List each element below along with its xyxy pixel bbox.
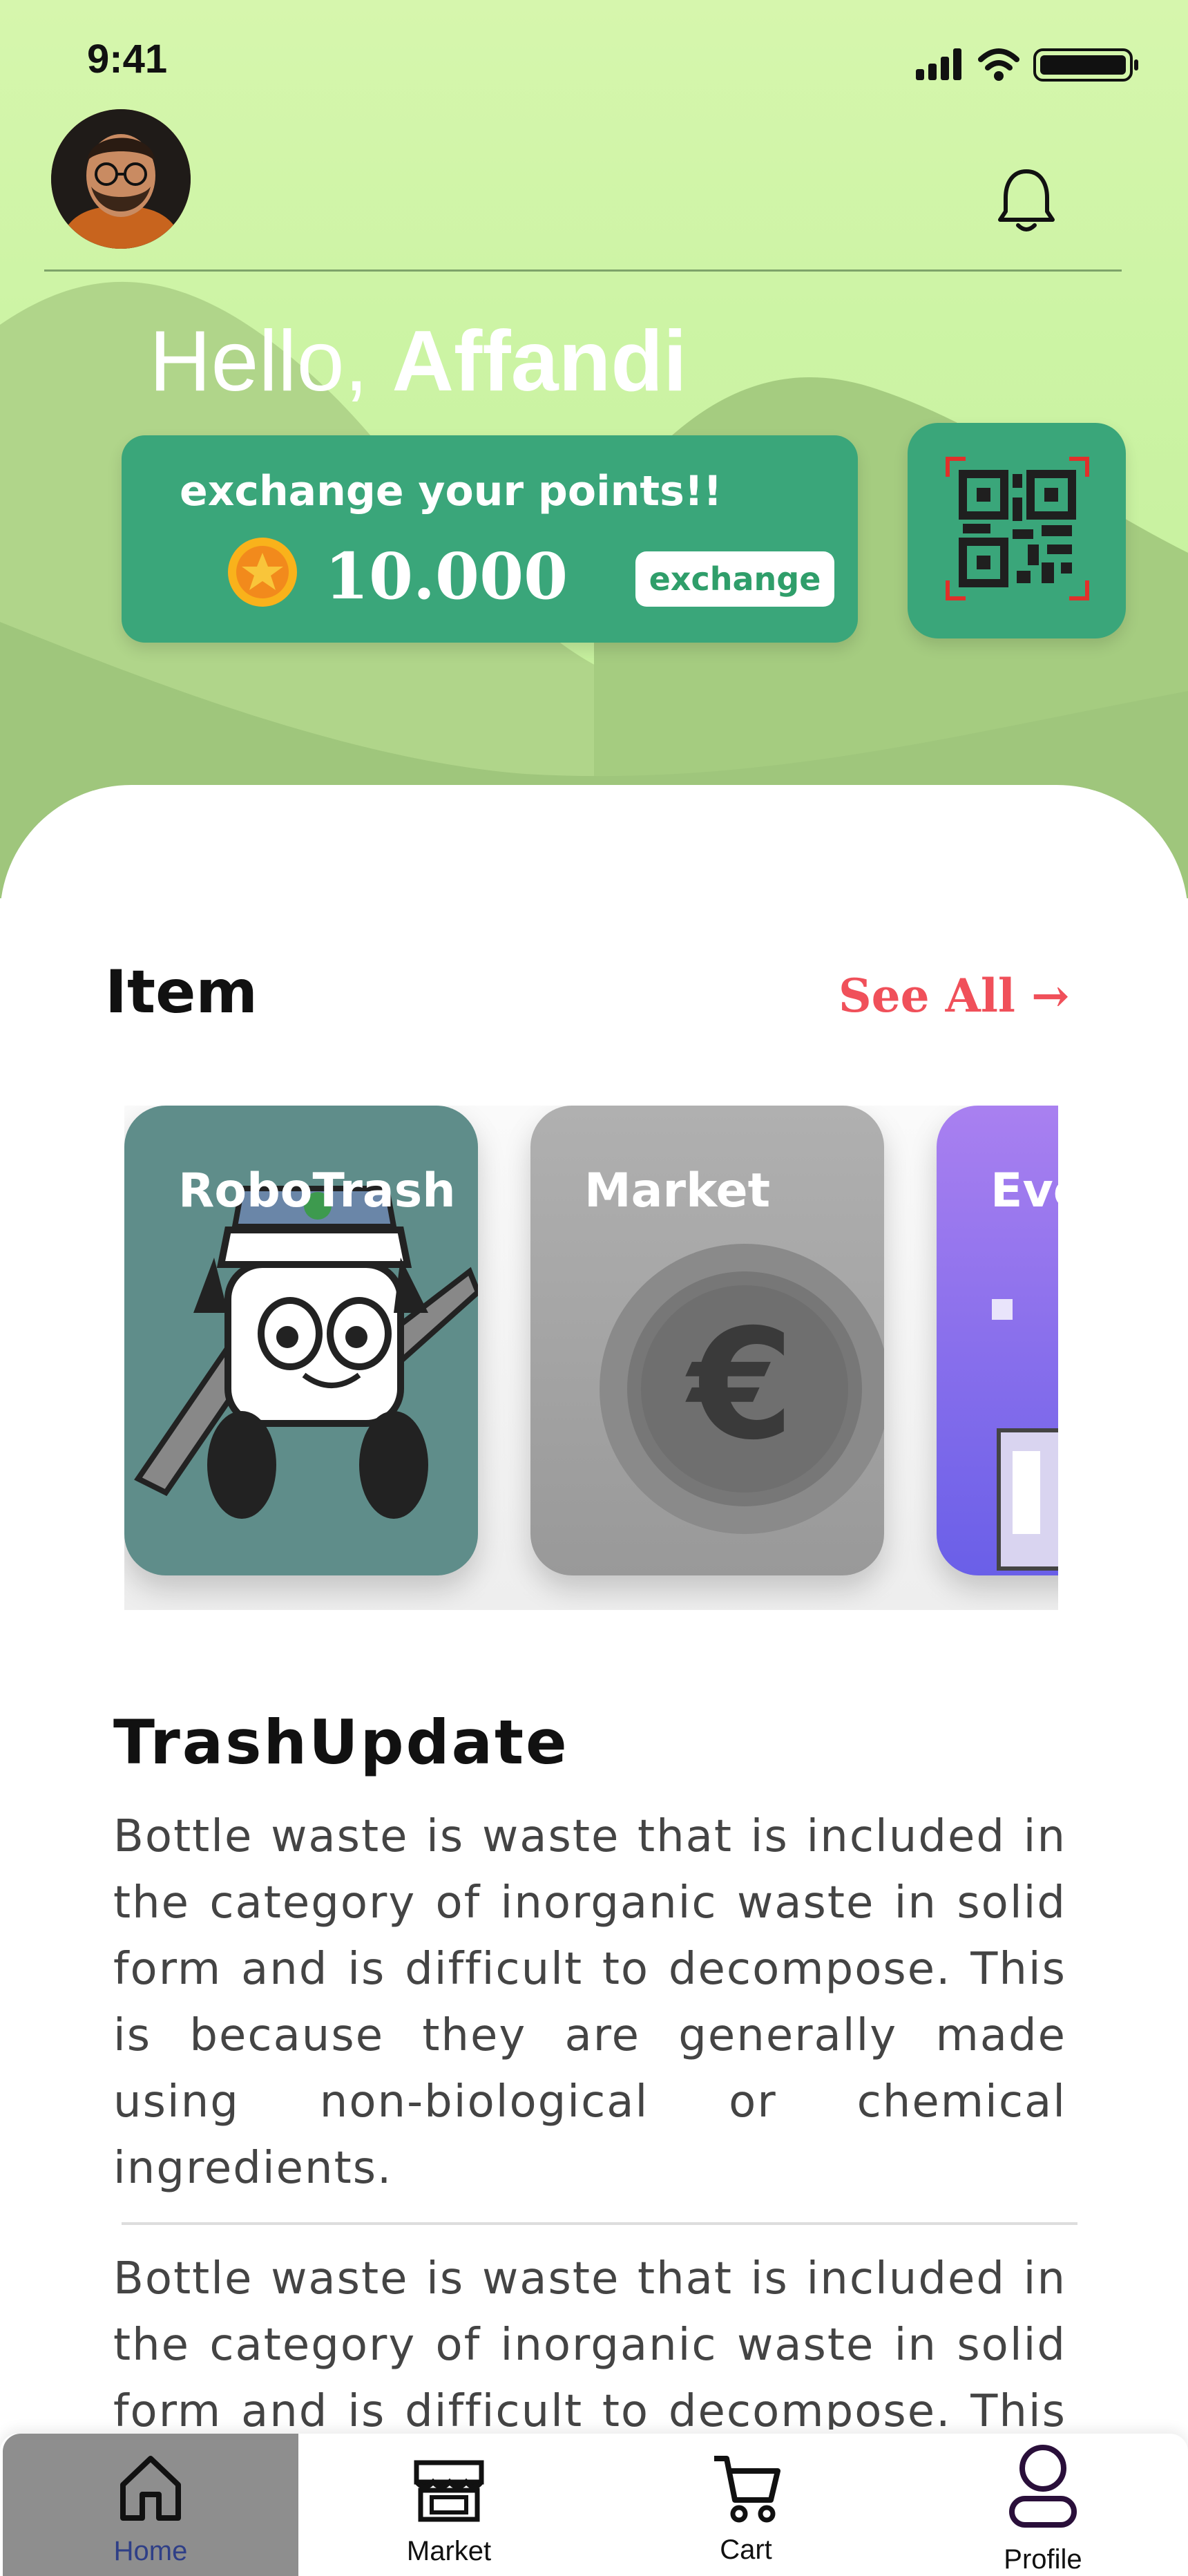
status-time: 9:41 <box>87 37 168 82</box>
home-icon <box>120 2456 181 2521</box>
tab-profile[interactable]: Profile <box>898 2434 1188 2576</box>
status-bar: 9:41 <box>0 0 1188 124</box>
news-divider <box>122 2222 1077 2225</box>
tab-label: Market <box>406 2536 492 2566</box>
exchange-button[interactable]: exchange <box>635 551 834 607</box>
user-photo <box>51 109 191 249</box>
item-card-label: RoboTrash <box>178 1164 456 1218</box>
items-section-title: Item <box>105 958 258 1027</box>
user-name: Affandi <box>392 314 687 409</box>
shop-icon <box>414 2460 484 2522</box>
tab-home[interactable]: Home <box>3 2434 298 2576</box>
battery-icon <box>1033 48 1138 82</box>
tab-label: Cart <box>720 2535 772 2565</box>
tab-label: Profile <box>1004 2544 1082 2575</box>
bell-icon[interactable] <box>995 166 1058 235</box>
signal-icon <box>916 48 961 80</box>
see-all-link[interactable]: See All → <box>839 969 1069 1023</box>
qr-code-icon <box>946 457 1089 600</box>
items-carousel[interactable]: RoboTrash Market € Eve <box>124 1106 1058 1610</box>
item-card-label: Eve <box>990 1164 1058 1218</box>
wifi-icon <box>978 48 1019 81</box>
news-paragraph: Bottle waste is waste that is included i… <box>113 1811 1066 2194</box>
tab-cart[interactable]: Cart <box>608 2434 884 2576</box>
item-card-label: Market <box>584 1164 771 1218</box>
status-icons <box>916 48 1138 82</box>
avatar[interactable] <box>51 109 191 249</box>
qr-scan-button[interactable] <box>908 423 1126 638</box>
points-value: 10.000 <box>325 539 568 614</box>
person-icon <box>1009 2445 1077 2528</box>
tab-market[interactable]: Market <box>304 2434 594 2576</box>
news-title: TrashUpdate <box>113 1707 569 1778</box>
greeting-prefix: Hello, <box>149 314 369 409</box>
points-card-title: exchange your points!! <box>180 467 722 515</box>
item-card-market[interactable]: Market € <box>530 1106 884 1575</box>
svg-text:€: € <box>684 1296 794 1473</box>
coin-icon <box>228 538 297 607</box>
bottom-tab-bar: Home Market Cart Profile <box>0 2434 1188 2576</box>
points-card[interactable]: exchange your points!! 10.000 exchange <box>122 435 858 643</box>
cart-icon <box>714 2456 780 2523</box>
greeting: Hello, Affandi <box>149 312 687 410</box>
item-card-robotrash[interactable]: RoboTrash <box>124 1106 478 1575</box>
tab-label: Home <box>113 2536 188 2566</box>
item-card-events[interactable]: Eve <box>937 1106 1058 1575</box>
header-divider <box>44 269 1122 272</box>
news-paragraph: Bottle waste is waste that is included i… <box>113 2253 1066 2430</box>
